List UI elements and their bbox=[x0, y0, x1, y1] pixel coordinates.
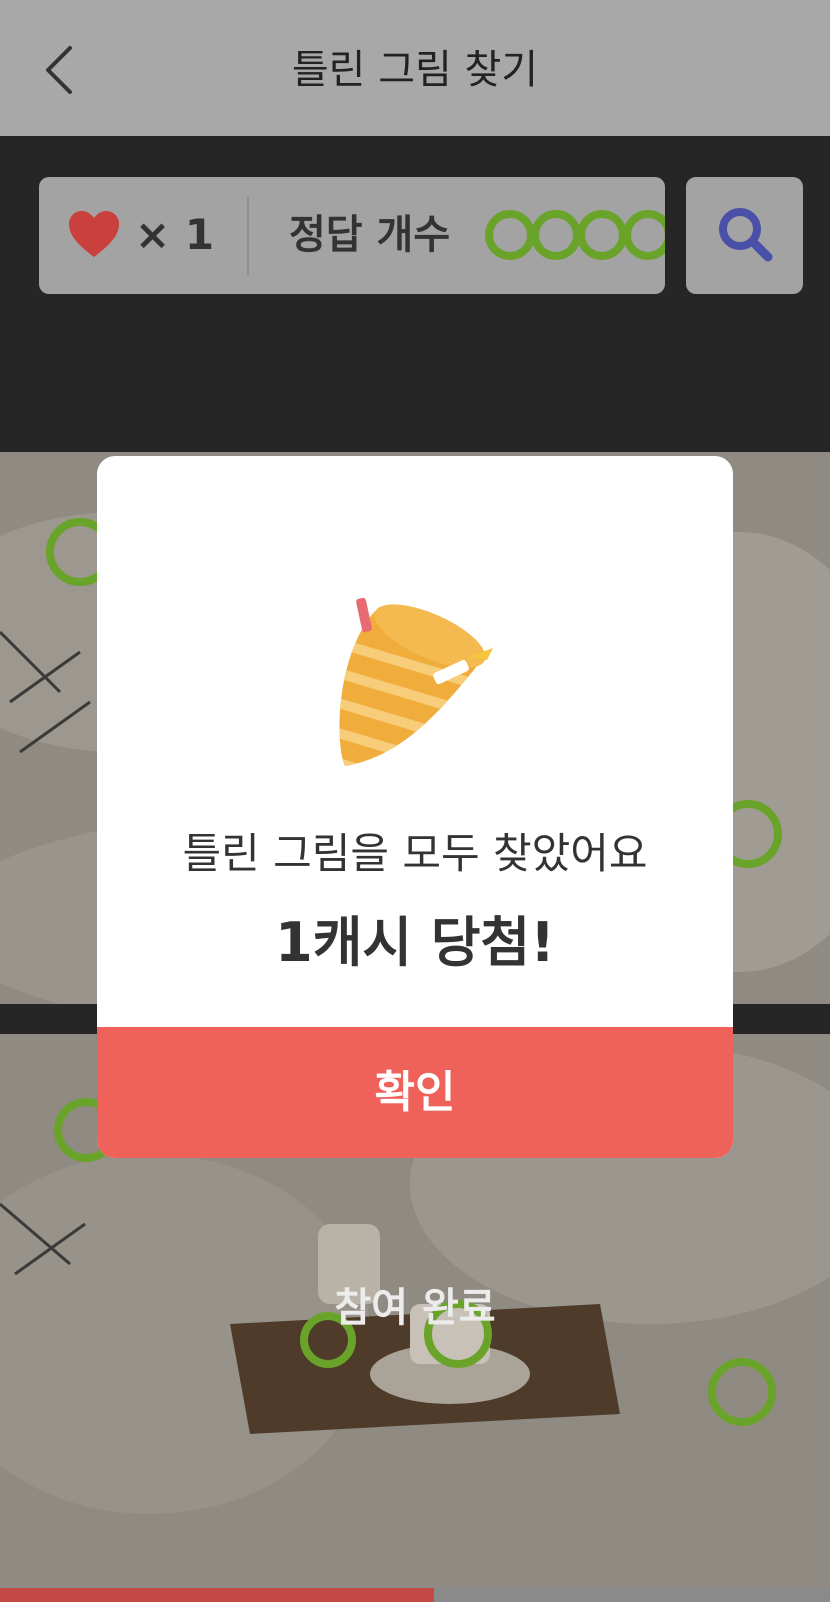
page-title: 틀린 그림 찾기 bbox=[291, 47, 539, 93]
divider bbox=[247, 197, 249, 275]
answer-count-label: 정답 개수 bbox=[289, 212, 451, 258]
hint-search-button[interactable] bbox=[686, 177, 803, 294]
confirm-button[interactable]: 확인 bbox=[97, 1027, 733, 1158]
success-message: 틀린 그림을 모두 찾았어요 bbox=[182, 829, 648, 878]
found-circle bbox=[577, 210, 627, 260]
tab-indicator-active bbox=[0, 1588, 434, 1602]
heart-icon bbox=[69, 211, 119, 257]
found-circle bbox=[531, 210, 581, 260]
prize-text: 1캐시 당첨! bbox=[275, 911, 555, 974]
participation-complete-label: 참여 완료 bbox=[334, 1285, 496, 1331]
found-circle bbox=[623, 210, 665, 260]
status-box: × 1 정답 개수 bbox=[39, 177, 665, 294]
found-circle bbox=[485, 210, 535, 260]
tab-indicator bbox=[0, 1588, 830, 1602]
found-circles bbox=[485, 210, 665, 260]
tab-indicator-inactive bbox=[434, 1588, 830, 1602]
party-popper-icon bbox=[339, 597, 493, 766]
magnifier-icon bbox=[719, 208, 773, 262]
reward-modal: 틀린 그림을 모두 찾았어요 1캐시 당첨! 확인 bbox=[97, 456, 733, 1158]
lives-count: × 1 bbox=[135, 210, 215, 259]
app-header: 틀린 그림 찾기 bbox=[0, 0, 830, 136]
